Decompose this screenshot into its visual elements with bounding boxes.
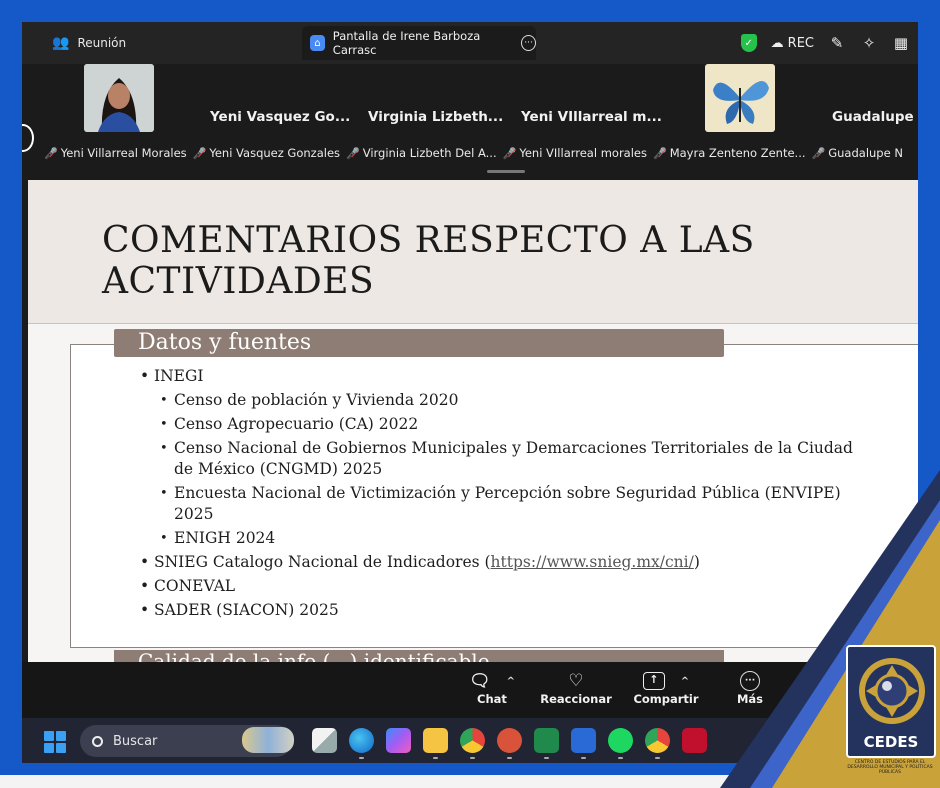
- list-item: SNIEG Catalogo Nacional de Indicadores (…: [140, 552, 860, 573]
- grid-view-icon[interactable]: ▦: [892, 34, 910, 52]
- heart-icon: ♡: [568, 671, 584, 691]
- react-label: Reaccionar: [540, 692, 612, 706]
- tab-screen-share[interactable]: ⌂ Pantalla de Irene Barboza Carrasc ···: [302, 26, 536, 60]
- meeting-toolbar: 🗨 ^ Chat ♡ Reaccionar ↑ ^ Compartir ··· Má…: [22, 662, 918, 718]
- mic-off-icon: 🎤̸: [811, 146, 826, 160]
- cedes-subtitle: CENTRO DE ESTUDIOS PARA EL DESARROLLO MU…: [847, 760, 933, 775]
- magic-wand-icon[interactable]: ✎: [828, 34, 846, 52]
- windows-start-icon[interactable]: [44, 731, 66, 753]
- participant-name: Yeni Vasquez Go...: [210, 109, 351, 125]
- copilot-icon[interactable]: [386, 728, 411, 753]
- section-label: Datos y fuentes: [114, 329, 724, 357]
- mic-off-icon: 🎤̸: [44, 146, 58, 160]
- next-section-label: Calidad de la info (...) identificable: [114, 650, 724, 662]
- more-button[interactable]: ··· Más: [708, 670, 792, 706]
- meeting-top-bar: 👥 Reunión ⌂ Pantalla de Irene Barboza Ca…: [22, 22, 918, 64]
- list-item: Censo Agropecuario (CA) 2022: [140, 414, 860, 435]
- list-item: Censo de población y Vivienda 2020: [140, 390, 860, 411]
- more-icon: ···: [740, 671, 760, 691]
- search-placeholder: Buscar: [113, 733, 158, 749]
- participant-label: 🎤̸ Virginia Lizbeth Del A...: [346, 143, 497, 163]
- cedes-emblem-icon: [859, 658, 925, 724]
- participant-label: 🎤̸ Yeni Vasquez Gonzales: [192, 143, 341, 163]
- list-item: Encuesta Nacional de Victimización y Per…: [140, 483, 860, 525]
- people-icon: 👥: [52, 35, 70, 51]
- participant-label: 🎤̸ Mayra Zenteno Zente...: [653, 143, 806, 163]
- task-view-icon[interactable]: [312, 728, 337, 753]
- cedes-logo: CEDES: [846, 645, 936, 758]
- participant-name-bar: 🎤̸ Yeni Villarreal Morales 🎤̸ Yeni Vasquez…: [22, 143, 918, 163]
- tab-meeting[interactable]: 👥 Reunión: [52, 30, 126, 56]
- avatar-photo: [84, 64, 154, 132]
- butterfly-avatar: [705, 64, 775, 132]
- powerpoint-icon[interactable]: [497, 728, 522, 759]
- share-screen-icon: ↑: [642, 672, 665, 690]
- participant-label: 🎤̸ Guadalupe N: [811, 143, 903, 163]
- ai-sparkle-icon[interactable]: ✧: [860, 34, 878, 52]
- participant-name: Virginia Lizbeth...: [368, 109, 504, 125]
- security-shield-icon[interactable]: ✓: [740, 34, 757, 52]
- participant-label: 🎤̸ Yeni Villarreal Morales: [44, 143, 187, 163]
- top-right-controls: ✓ ☁ REC ✎ ✧ ▦: [740, 22, 918, 64]
- cedes-logo-text: CEDES: [863, 733, 919, 751]
- slide-body: Datos y fuentes INEGI Censo de población…: [28, 324, 918, 662]
- mic-off-icon: 🎤̸: [653, 146, 667, 160]
- chat-button[interactable]: 🗨 ^ Chat: [450, 670, 534, 706]
- search-icon: [92, 735, 103, 747]
- bottom-strip: [0, 775, 940, 788]
- sources-list: INEGI Censo de población y Vivienda 2020…: [140, 366, 860, 624]
- participant-name: Guadalupe I: [832, 109, 918, 125]
- slide-title: COMENTARIOS RESPECTO A LAS ACTIVIDADES: [102, 220, 755, 302]
- participant-name: Yeni VIllarreal m...: [521, 109, 662, 125]
- chat-icon: 🗨: [469, 671, 491, 691]
- record-label: REC: [787, 35, 814, 51]
- shared-slide: COMENTARIOS RESPECTO A LAS ACTIVIDADES D…: [28, 180, 918, 662]
- mcafee-icon[interactable]: [682, 728, 707, 753]
- excel-icon[interactable]: [534, 728, 559, 759]
- screen-share-icon: ⌂: [310, 35, 325, 51]
- edge-icon[interactable]: [349, 728, 374, 759]
- list-item: SADER (SIACON) 2025: [140, 600, 860, 621]
- participant-label: 🎤̸ Yeni VIllarreal morales: [502, 143, 647, 163]
- tab-share-label: Pantalla de Irene Barboza Carrasc: [332, 29, 481, 57]
- mic-off-icon: 🎤̸: [192, 146, 207, 160]
- share-button[interactable]: ↑ ^ Compartir: [624, 670, 708, 706]
- tab-meeting-label: Reunión: [77, 36, 127, 50]
- record-button[interactable]: ☁ REC: [771, 36, 814, 51]
- chevron-up-icon[interactable]: ^: [507, 676, 515, 687]
- list-item: INEGI: [140, 366, 860, 387]
- more-options-icon[interactable]: ···: [521, 35, 536, 51]
- chrome-profile-icon[interactable]: [645, 728, 670, 759]
- word-icon[interactable]: [571, 728, 596, 759]
- file-explorer-icon[interactable]: [423, 728, 448, 759]
- mic-off-icon: 🎤̸: [502, 146, 517, 160]
- list-item: CONEVAL: [140, 576, 860, 597]
- chat-label: Chat: [477, 692, 507, 706]
- react-button[interactable]: ♡ Reaccionar: [534, 670, 618, 706]
- snieg-link[interactable]: https://www.snieg.mx/cni/: [491, 553, 694, 571]
- share-label: Compartir: [633, 692, 699, 706]
- slide-header: COMENTARIOS RESPECTO A LAS ACTIVIDADES: [28, 180, 918, 324]
- screen: 👥 Reunión ⌂ Pantalla de Irene Barboza Ca…: [22, 22, 918, 763]
- search-highlight-art: [242, 727, 294, 753]
- chevron-up-icon[interactable]: ^: [681, 676, 689, 687]
- windows-taskbar: Buscar: [22, 718, 918, 763]
- mic-off-icon: 🎤̸: [346, 146, 360, 160]
- cloud-icon: ☁: [770, 35, 784, 51]
- more-label: Más: [736, 692, 764, 706]
- spotify-icon[interactable]: [608, 728, 633, 759]
- participants-strip: Yeni Vasquez Go... Virginia Lizbeth... Y…: [22, 64, 918, 180]
- taskbar-apps: [312, 728, 707, 759]
- list-item: Censo Nacional de Gobiernos Municipales …: [140, 438, 860, 480]
- chrome-icon[interactable]: [460, 728, 485, 759]
- resize-handle[interactable]: [487, 170, 525, 173]
- list-item: ENIGH 2024: [140, 528, 860, 549]
